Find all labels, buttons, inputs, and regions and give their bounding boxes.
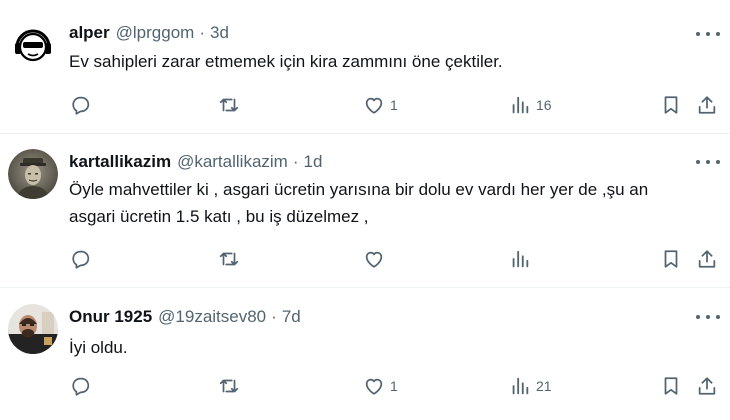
reply-button[interactable] <box>70 245 97 273</box>
retweet-icon <box>219 379 239 393</box>
photo-avatar <box>8 304 58 354</box>
user-name[interactable]: kartallikazim <box>69 152 171 172</box>
views-icon <box>512 250 529 268</box>
tweet-text: Öyle mahvettiler ki , asgari ücretin yar… <box>69 180 649 226</box>
tweet-text: Ev sahipleri zarar etmemek için kira zam… <box>69 52 503 71</box>
action-bar <box>60 245 730 273</box>
tweet-3[interactable]: Onur 1925 @19zaitsev80 · 7d İyi oldu. 1 … <box>0 288 730 420</box>
like-count: 1 <box>390 378 398 394</box>
tweet-1[interactable]: alper @lprggom · 3d Ev sahipleri zarar e… <box>0 0 730 132</box>
views-button[interactable] <box>509 245 536 273</box>
like-button[interactable]: 1 <box>363 372 398 400</box>
share-icon <box>698 377 716 395</box>
retweet-button[interactable] <box>218 91 245 119</box>
tweet-text: İyi oldu. <box>69 338 128 357</box>
reply-icon <box>72 250 90 269</box>
retweet-button[interactable] <box>218 372 245 400</box>
like-button[interactable]: 1 <box>363 91 398 119</box>
avatar[interactable] <box>8 149 58 199</box>
vintage-portrait-avatar <box>8 149 58 199</box>
share-button[interactable] <box>696 91 718 119</box>
retweet-button[interactable] <box>218 245 245 273</box>
cartoon-headphones-avatar <box>8 20 58 70</box>
share-button[interactable] <box>696 245 718 273</box>
user-handle[interactable]: @lprggom <box>116 23 195 43</box>
action-bar: 1 21 <box>60 372 730 400</box>
reply-icon <box>72 96 90 115</box>
more-icon[interactable] <box>696 25 720 43</box>
timestamp[interactable]: 1d <box>304 152 323 172</box>
bookmark-icon <box>664 250 678 268</box>
views-count: 21 <box>536 378 552 394</box>
tweet-header: kartallikazim @kartallikazim · 1d <box>69 151 322 173</box>
views-icon <box>512 96 529 114</box>
tweet-2[interactable]: kartallikazim @kartallikazim · 1d Öyle m… <box>0 134 730 286</box>
like-button[interactable] <box>363 245 390 273</box>
reply-icon <box>72 377 90 396</box>
tweet-header: Onur 1925 @19zaitsev80 · 7d <box>69 306 301 328</box>
user-handle[interactable]: @kartallikazim <box>177 152 288 172</box>
more-icon[interactable] <box>696 153 720 171</box>
reply-button[interactable] <box>70 372 97 400</box>
like-icon <box>365 97 383 114</box>
reply-button[interactable] <box>70 91 97 119</box>
timestamp[interactable]: 7d <box>282 307 301 327</box>
user-handle[interactable]: @19zaitsev80 <box>158 307 266 327</box>
avatar[interactable] <box>8 20 58 70</box>
share-icon <box>698 96 716 114</box>
views-count: 16 <box>536 97 552 113</box>
user-name[interactable]: Onur 1925 <box>69 307 152 327</box>
views-icon <box>512 377 529 395</box>
retweet-icon <box>219 252 239 266</box>
timestamp[interactable]: 3d <box>210 23 229 43</box>
like-icon <box>365 378 383 395</box>
bookmark-button[interactable] <box>660 245 682 273</box>
share-button[interactable] <box>696 372 718 400</box>
action-bar: 1 16 <box>60 91 730 119</box>
bookmark-button[interactable] <box>660 91 682 119</box>
separator: · <box>199 23 205 42</box>
separator: · <box>271 307 277 326</box>
separator: · <box>292 152 299 171</box>
avatar[interactable] <box>8 304 58 354</box>
more-icon[interactable] <box>696 308 720 326</box>
bookmark-button[interactable] <box>660 372 682 400</box>
share-icon <box>698 250 716 268</box>
views-button[interactable]: 16 <box>509 91 552 119</box>
user-name[interactable]: alper <box>69 23 110 43</box>
tweet-header: alper @lprggom · 3d <box>69 22 229 44</box>
views-button[interactable]: 21 <box>509 372 552 400</box>
bookmark-icon <box>664 377 678 395</box>
like-icon <box>365 251 383 268</box>
like-count: 1 <box>390 97 398 113</box>
bookmark-icon <box>664 96 678 114</box>
retweet-icon <box>219 98 239 112</box>
